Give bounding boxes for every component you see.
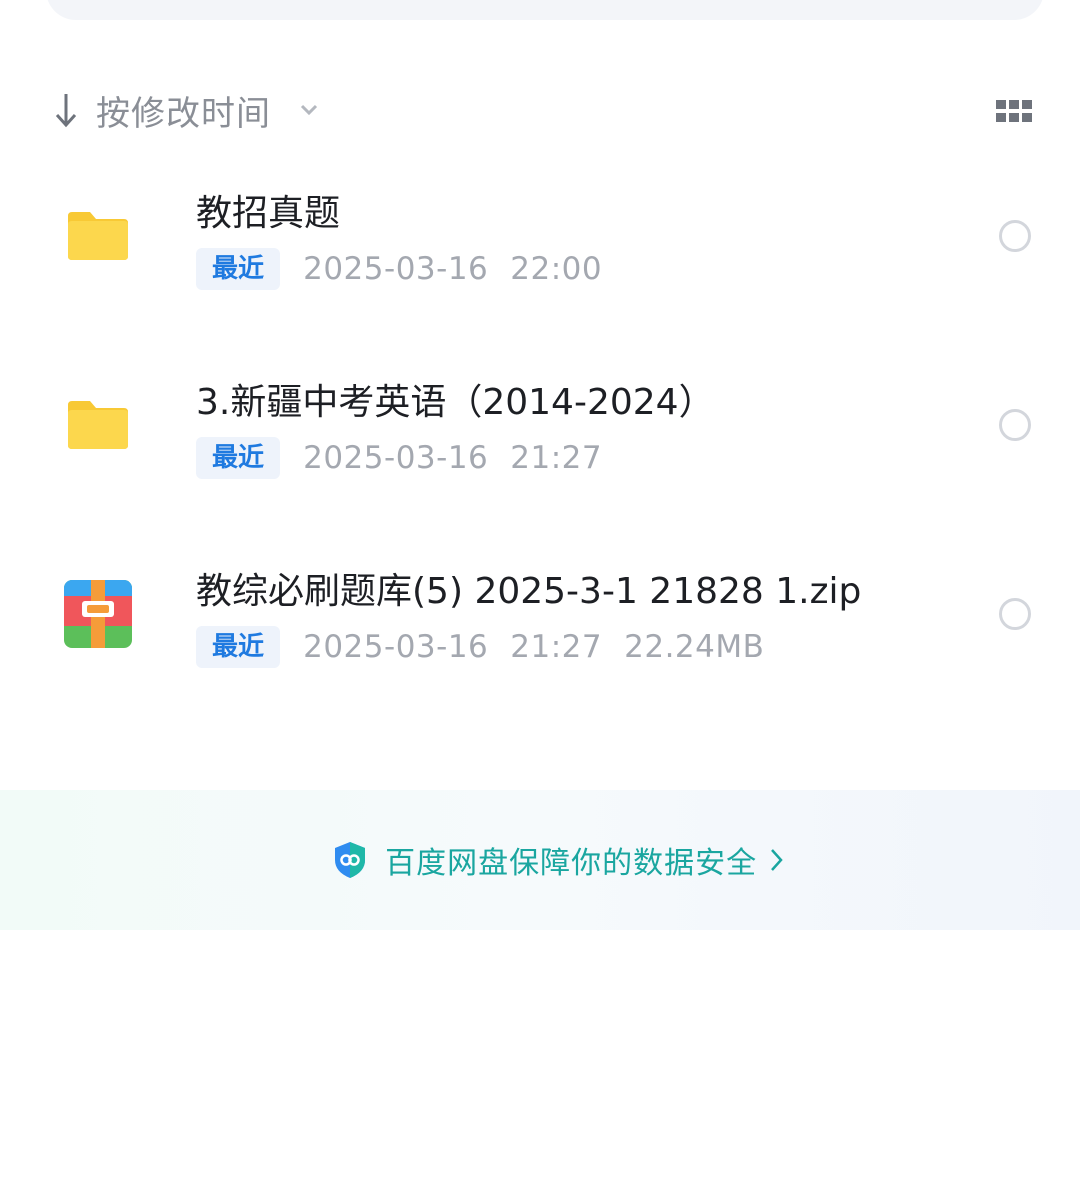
archive-zip-icon (64, 580, 132, 648)
file-date: 2025-03-16 (303, 440, 489, 476)
file-row[interactable]: 3.新疆中考英语（2014-2024） 最近 2025-03-16 21:27 (0, 359, 1080, 509)
file-meta: 最近 2025-03-16 21:27 (196, 437, 602, 481)
file-row[interactable]: 教综必刷题库(5) 2025-3-1 21828 1.zip 最近 2025-0… (0, 548, 1080, 698)
select-checkbox[interactable] (999, 220, 1031, 252)
recent-badge: 最近 (196, 437, 281, 479)
file-size: 22.24MB (624, 629, 765, 665)
file-name: 3.新疆中考英语（2014-2024） (196, 382, 715, 423)
file-name: 教招真题 (196, 193, 341, 234)
file-meta: 最近 2025-03-16 21:27 22.24MB (196, 626, 764, 670)
arrow-down-icon (55, 94, 77, 128)
safety-banner: 百度网盘保障你的数据安全 (0, 790, 1080, 930)
safety-text: 百度网盘保障你的数据安全 (385, 846, 758, 881)
shield-icon (335, 842, 365, 878)
file-time: 21:27 (510, 440, 603, 476)
chevron-right-icon (771, 849, 783, 871)
select-checkbox[interactable] (999, 598, 1031, 630)
recent-badge: 最近 (196, 248, 281, 290)
folder-icon (68, 212, 128, 260)
file-row[interactable]: 教招真题 最近 2025-03-16 22:00 (0, 170, 1080, 320)
sort-bar: 按修改时间 (0, 82, 1080, 142)
data-safety-link[interactable]: 百度网盘保障你的数据安全 (332, 838, 784, 882)
recent-badge: 最近 (196, 626, 281, 668)
file-meta: 最近 2025-03-16 22:00 (196, 248, 602, 292)
sort-label[interactable]: 按修改时间 (96, 86, 271, 135)
select-checkbox[interactable] (999, 409, 1031, 441)
chevron-down-icon[interactable] (298, 102, 320, 118)
file-date: 2025-03-16 (303, 251, 489, 287)
file-date: 2025-03-16 (303, 629, 489, 665)
file-time: 22:00 (510, 251, 603, 287)
folder-icon (68, 401, 128, 449)
file-time: 21:27 (510, 629, 603, 665)
search-bar-remnant[interactable] (46, 0, 1044, 20)
grid-view-icon[interactable] (994, 98, 1034, 126)
file-name: 教综必刷题库(5) 2025-3-1 21828 1.zip (196, 571, 862, 612)
